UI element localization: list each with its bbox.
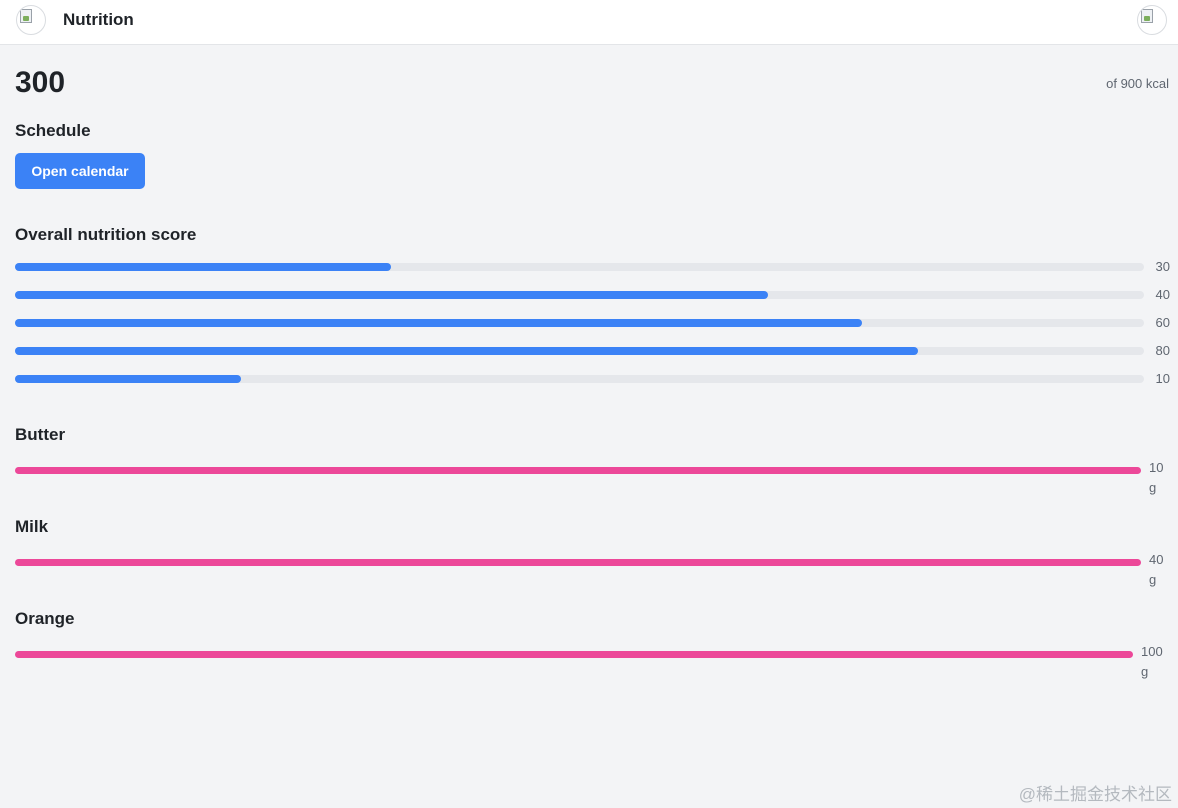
score-bar-track [15,319,1144,327]
score-bar-fill [15,375,241,383]
food-amount-value: 10 [1149,460,1164,475]
score-bar-track [15,263,1144,271]
food-bar-fill [15,651,1133,658]
score-bar-label: 80 [1155,343,1170,358]
watermark: @稀土掘金技术社区 [1018,785,1172,804]
broken-image-icon[interactable] [16,5,46,35]
score-bar-label: 30 [1155,259,1170,274]
open-calendar-button[interactable]: Open calendar [15,153,145,189]
food-amount-value: 40 [1149,552,1164,567]
score-bar-label: 10 [1155,371,1170,386]
score-bar-row: 60 [15,315,1170,331]
score-bar-fill [15,319,862,327]
score-bar-row: 40 [15,287,1170,303]
calorie-target: of 900 kcal [1106,76,1169,91]
score-bar-row: 10 [15,371,1170,387]
broken-image-icon[interactable] [1137,5,1167,35]
food-amount: 10 g [1149,458,1163,498]
food-amount-unit: g [1141,664,1149,679]
food-bar-fill [15,467,1141,474]
score-bar-fill [15,291,768,299]
score-bar-row: 30 [15,259,1170,275]
food-amount-unit: g [1149,480,1157,495]
food-title: Milk [15,517,49,536]
nutrition-score-title: Overall nutrition score [15,225,197,244]
score-bar-row: 80 [15,343,1170,359]
food-bar-fill [15,559,1141,566]
food-title: Orange [15,609,75,628]
app-title: Nutrition [63,10,134,29]
food-amount-value: 100 [1141,644,1163,659]
score-bar-track [15,291,1144,299]
score-bar-track [15,347,1144,355]
food-amount-unit: g [1149,572,1157,587]
score-bar-track [15,375,1144,383]
food-amount: 40 g [1149,550,1163,590]
score-bar-fill [15,263,391,271]
schedule-title: Schedule [15,121,91,140]
calorie-value: 300 [15,66,66,99]
app-header: Nutrition [0,0,1178,45]
score-bar-label: 40 [1155,287,1170,302]
food-bar-row: 10 g [15,458,1170,498]
food-bar-row: 40 g [15,550,1170,590]
food-amount: 100 g [1141,642,1163,682]
food-bar-row: 100 g [15,642,1170,682]
food-title: Butter [15,425,66,444]
score-bar-fill [15,347,918,355]
score-bar-label: 60 [1155,315,1170,330]
